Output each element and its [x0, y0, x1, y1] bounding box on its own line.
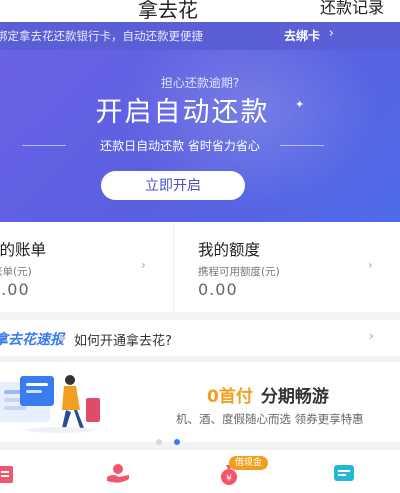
promo-highlight: 0首付	[207, 387, 253, 407]
repayment-records-link[interactable]: 还款记录	[320, 0, 384, 18]
my-credit-card[interactable]: 我的额度 携程可用额度(元) 0.00 ›	[174, 222, 400, 312]
banner-subtitle: 担心还款逾期?	[160, 76, 240, 90]
promo-title-rest: 分期畅游	[260, 387, 329, 407]
promo-title: 0首付 分期畅游	[207, 382, 329, 407]
bind-card-notice[interactable]: 绑定拿去花还款银行卡，自动还款更便捷 去绑卡 ›	[0, 22, 400, 50]
card-title: 我的额度	[198, 241, 261, 259]
card-title: 我的账单	[0, 241, 47, 259]
card-subtitle: 账单(元)	[0, 266, 32, 278]
news-bar[interactable]: 拿去花速报 如何开通拿去花? ›	[0, 320, 400, 356]
auto-repay-banner: 担心还款逾期? 开启自动还款 ✦ 还款日自动还款 省时省力省心 立即开启	[0, 50, 400, 222]
chevron-right-icon: ›	[368, 258, 373, 272]
card-icon[interactable]	[333, 463, 355, 483]
divider-right	[280, 145, 324, 146]
chevron-right-icon: ›	[328, 26, 334, 41]
news-brand: 拿去花速报	[0, 332, 64, 348]
page-title: 拿去花	[138, 0, 198, 22]
carousel-dot-active[interactable]	[174, 439, 180, 445]
news-headline[interactable]: 如何开通拿去花?	[74, 330, 172, 349]
hand-coin-icon[interactable]	[105, 463, 131, 485]
top-header: 拿去花 还款记录	[0, 0, 400, 22]
travel-illustration	[0, 375, 100, 433]
enable-auto-repay-button[interactable]: 立即开启	[101, 171, 245, 200]
promo-card[interactable]: 0首付 分期畅游 机、酒、度假随心而选 领券更享特惠	[0, 362, 400, 445]
credit-amount: 0.00	[198, 280, 238, 299]
quick-access-row: ¥	[0, 450, 400, 493]
borrow-cash-badge: 借现金	[229, 456, 269, 470]
banner-title: 开启自动还款	[95, 97, 270, 128]
card-subtitle: 携程可用额度(元)	[198, 266, 280, 278]
bill-amount: 0.00	[0, 280, 30, 299]
chevron-right-icon: ›	[368, 329, 374, 344]
promo-subtitle: 机、酒、度假随心而选 领券更享特惠	[176, 412, 364, 426]
chevron-right-icon: ›	[141, 258, 146, 272]
bill-icon[interactable]	[0, 463, 14, 483]
svg-text:¥: ¥	[226, 474, 232, 484]
carousel-indicator	[156, 430, 192, 449]
sparkle-icon: ✦	[295, 98, 305, 111]
carousel-dot[interactable]	[156, 439, 162, 445]
separator-dot	[59, 336, 64, 341]
account-cards: 我的账单 账单(元) 0.00 › 我的额度 携程可用额度(元) 0.00 ›	[0, 222, 400, 312]
my-bill-card[interactable]: 我的账单 账单(元) 0.00 ›	[0, 222, 174, 312]
notice-text: 绑定拿去花还款银行卡，自动还款更便捷	[0, 29, 203, 43]
bind-card-link[interactable]: 去绑卡	[284, 27, 320, 44]
